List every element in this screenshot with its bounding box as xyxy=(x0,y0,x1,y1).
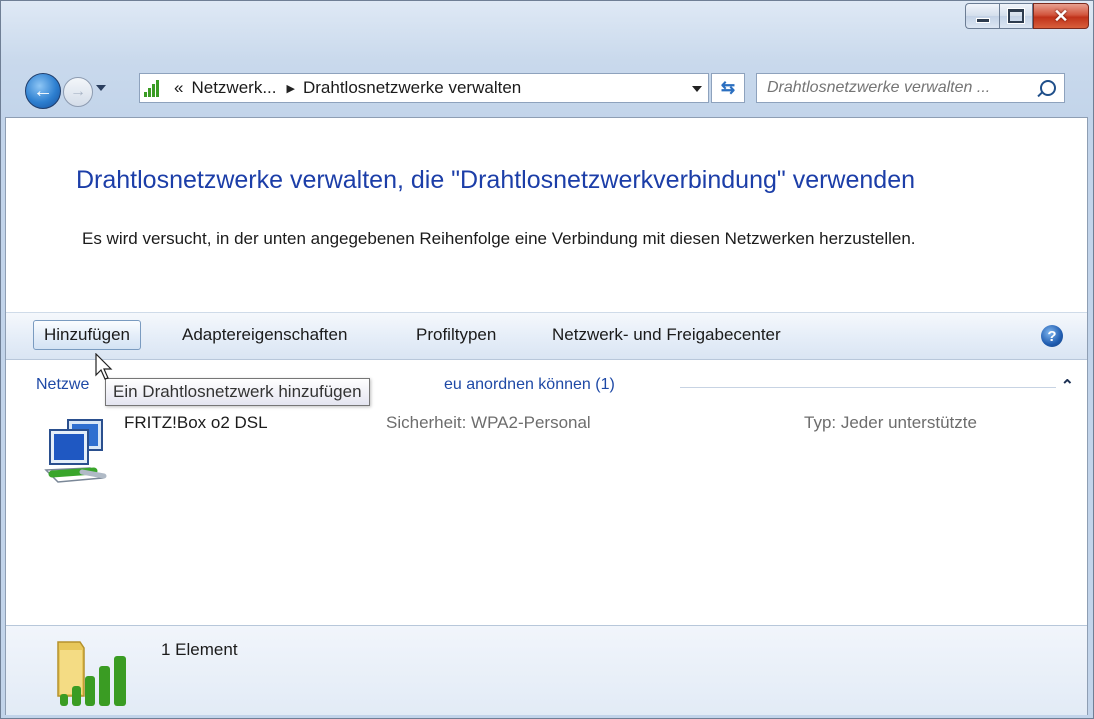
profile-types-button[interactable]: Profiltypen xyxy=(406,320,506,350)
command-bar: Hinzufügen Adaptereigenschaften Profilty… xyxy=(6,312,1087,360)
network-type: Typ: Jeder unterstützte xyxy=(804,413,977,432)
breadcrumb-item-network[interactable]: Netzwerk... xyxy=(191,78,276,98)
forward-arrow-icon: → xyxy=(70,83,86,100)
tooltip: Ein Drahtlosnetzwerk hinzufügen xyxy=(105,378,370,406)
page-title: Drahtlosnetzwerke verwalten, die "Drahtl… xyxy=(76,166,916,194)
address-history-dropdown[interactable] xyxy=(692,86,702,92)
search-input[interactable] xyxy=(765,78,1039,98)
back-arrow-icon: ← xyxy=(33,79,53,102)
mouse-cursor-icon xyxy=(95,353,113,380)
group-header-end: eu anordnen können (1) xyxy=(444,376,615,393)
refresh-icon: ⇆ xyxy=(720,78,736,97)
breadcrumb-separator-icon[interactable]: ▶ xyxy=(287,82,295,95)
page-description: Es wird versucht, in der unten angegeben… xyxy=(82,229,916,248)
collapse-chevron-icon[interactable]: ⌃ xyxy=(1061,376,1074,396)
search-icon[interactable] xyxy=(1040,80,1056,96)
address-bar[interactable]: « Netzwerk... ▶ Drahtlosnetzwerke verwal… xyxy=(139,73,709,103)
folder-signal-icon xyxy=(57,641,126,706)
recent-pages-dropdown[interactable] xyxy=(96,85,106,91)
add-button[interactable]: Hinzufügen xyxy=(33,320,142,350)
wireless-signal-icon xyxy=(144,79,166,97)
maximize-button[interactable] xyxy=(999,3,1033,29)
refresh-button[interactable]: ⇆ xyxy=(711,73,745,103)
maximize-icon xyxy=(1008,9,1024,23)
network-security: Sicherheit: WPA2-Personal xyxy=(386,413,591,432)
help-icon[interactable]: ? xyxy=(1041,325,1063,347)
group-header-start: Netzwe xyxy=(36,376,90,393)
forward-button[interactable]: → xyxy=(63,77,93,107)
explorer-window: ✕ ← → « Netzwerk... ▶ Drahtlosnetzwerke … xyxy=(0,0,1094,719)
back-button[interactable]: ← xyxy=(25,73,61,109)
caption-buttons: ✕ xyxy=(965,3,1089,29)
network-name: FRITZ!Box o2 DSL xyxy=(124,413,268,432)
close-button[interactable]: ✕ xyxy=(1033,3,1089,29)
group-divider xyxy=(680,387,1056,388)
minimize-button[interactable] xyxy=(965,3,999,29)
details-pane: 1 Element xyxy=(6,625,1087,715)
breadcrumb-overflow[interactable]: « xyxy=(174,78,183,98)
search-box xyxy=(756,73,1065,103)
network-sharing-center-button[interactable]: Netzwerk- und Freigabecenter xyxy=(542,320,791,350)
list-item[interactable]: FRITZ!Box o2 DSL Sicherheit: WPA2-Person… xyxy=(44,408,1074,492)
wireless-network-icon xyxy=(44,419,107,483)
item-count: 1 Element xyxy=(161,640,238,659)
adapter-properties-button[interactable]: Adaptereigenschaften xyxy=(172,320,357,350)
close-icon: ✕ xyxy=(1053,5,1069,26)
navigation-bar: ← → « Netzwerk... ▶ Drahtlosnetzwerke ve… xyxy=(5,69,1091,109)
breadcrumb-item-manage-wireless[interactable]: Drahtlosnetzwerke verwalten xyxy=(303,78,521,98)
minimize-icon xyxy=(975,17,990,23)
